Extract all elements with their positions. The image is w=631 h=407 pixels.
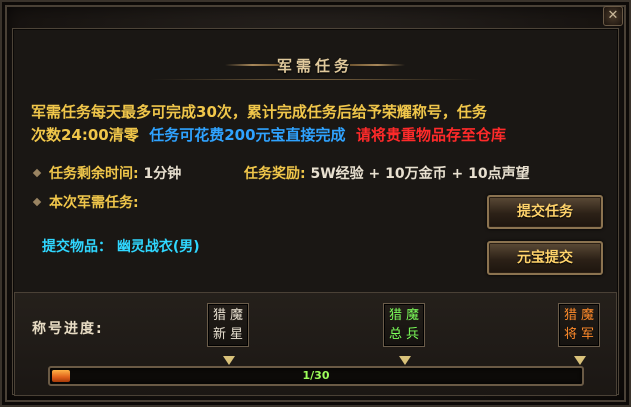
yuanbao-submit-button[interactable]: 元宝提交	[487, 241, 603, 275]
diamond-bullet-icon	[32, 197, 42, 207]
submit-item-row: 提交物品： 幽灵战衣(男)	[42, 236, 200, 256]
diamond-bullet-icon	[32, 168, 42, 178]
submit-quest-button[interactable]: 提交任务	[487, 195, 603, 229]
marker-pin-icon	[574, 356, 586, 365]
title-badge-2[interactable]: 猎魔 总兵	[383, 303, 425, 347]
instant-complete-text: 任务可花费200元宝直接完成	[149, 126, 346, 144]
submit-item-value[interactable]: 幽灵战衣(男)	[117, 239, 200, 255]
title-badge-1[interactable]: 猎魔 新星	[207, 303, 249, 347]
quest-description: 军需任务每天最多可完成30次，累计完成任务后给予荣耀称号，任务 次数24:00清…	[31, 101, 606, 147]
reset-time-text: 次数24:00清零	[31, 126, 139, 144]
time-label: 任务剩余时间:	[49, 166, 139, 182]
submit-item-label: 提交物品：	[42, 239, 112, 255]
title-badge-line1: 猎魔	[563, 308, 598, 323]
title-bar: 军需任务	[225, 50, 405, 86]
time-value: 1分钟	[143, 166, 182, 182]
title-badge-line1: 猎魔	[388, 308, 423, 323]
warning-text: 请将贵重物品存至仓库	[355, 126, 506, 144]
reward-row: 任务奖励: 5W经验 + 10万金币 + 10点声望	[244, 163, 530, 183]
close-icon[interactable]: ✕	[603, 6, 623, 26]
title-badge-line2: 新星	[212, 327, 247, 342]
description-line-2: 次数24:00清零 任务可花费200元宝直接完成 请将贵重物品存至仓库	[31, 124, 606, 147]
reward-label: 任务奖励:	[244, 166, 306, 182]
title-badge-line1: 猎魔	[212, 308, 247, 323]
title-badge-line2: 总兵	[388, 327, 423, 342]
description-line-1: 军需任务每天最多可完成30次，累计完成任务后给予荣耀称号，任务	[31, 103, 487, 121]
progress-text: 1/30	[302, 369, 330, 382]
reward-value: 5W经验 + 10万金币 + 10点声望	[310, 166, 530, 182]
title-badge-line2: 将军	[563, 327, 598, 342]
current-quest-row: 本次军需任务:	[32, 192, 139, 212]
title-progress-bar: 1/30	[48, 366, 584, 386]
time-row: 任务剩余时间: 1分钟	[32, 163, 182, 183]
marker-pin-icon	[399, 356, 411, 365]
title-badge-3[interactable]: 猎魔 将军	[558, 303, 600, 347]
marker-pin-icon	[223, 356, 235, 365]
title-ornament-right-icon	[350, 64, 405, 66]
current-quest-label: 本次军需任务:	[49, 195, 139, 211]
title-progress-label: 称号进度:	[32, 321, 104, 337]
title-divider	[150, 79, 480, 80]
